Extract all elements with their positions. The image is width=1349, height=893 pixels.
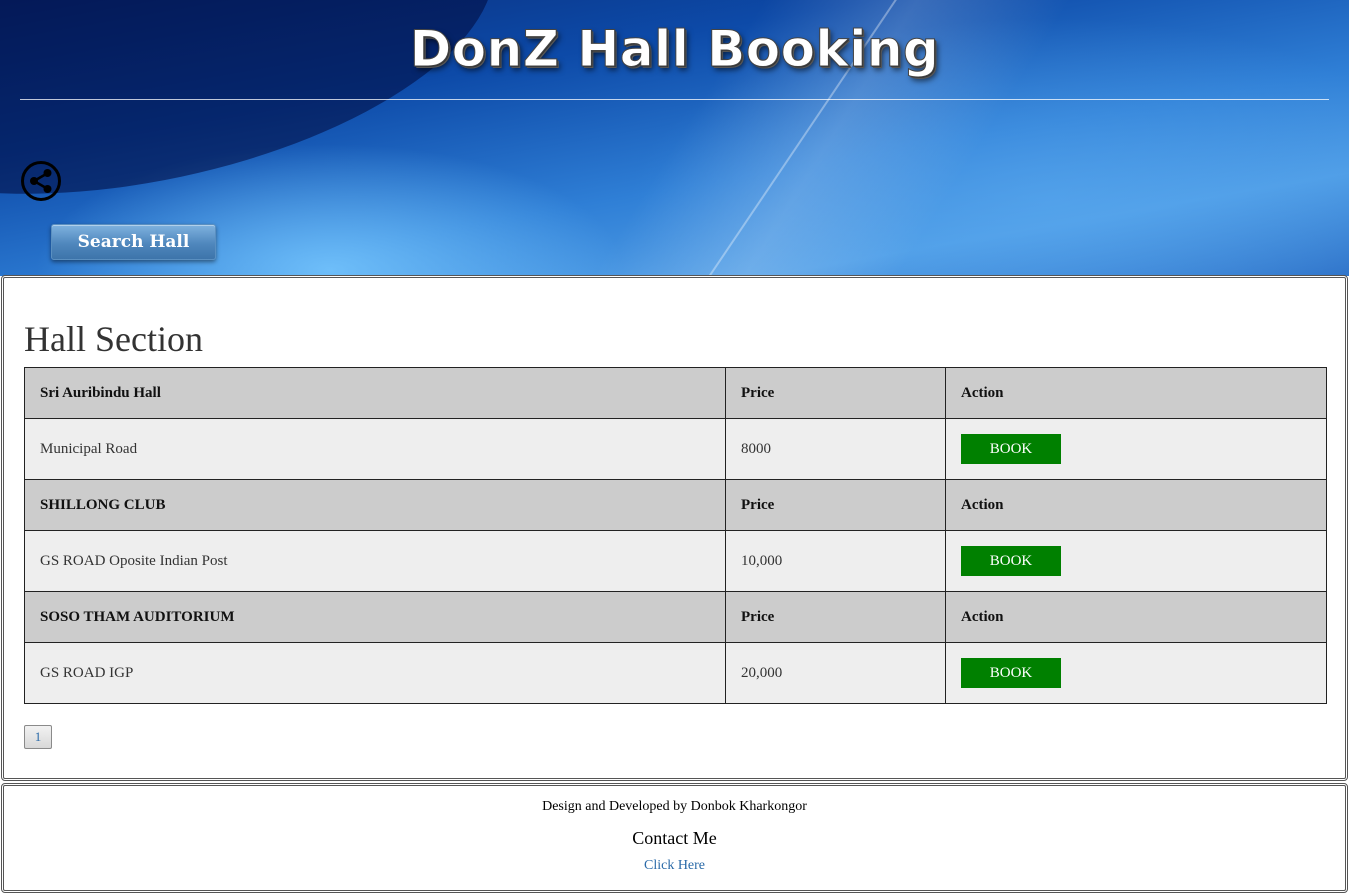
hall-address: Municipal Road [24, 418, 726, 480]
hall-header-row: SOSO THAM AUDITORIUM Price Action [24, 591, 1327, 643]
hall-name: SHILLONG CLUB [24, 479, 726, 531]
search-hall-button[interactable]: Search Hall [51, 224, 216, 260]
hall-address: GS ROAD Oposite Indian Post [24, 530, 726, 592]
hall-address: GS ROAD IGP [24, 642, 726, 704]
hall-header-row: SHILLONG CLUB Price Action [24, 479, 1327, 531]
hall-price: 20,000 [725, 642, 946, 704]
action-column-header: Action [945, 479, 1327, 531]
hall-price: 8000 [725, 418, 946, 480]
action-column-header: Action [945, 591, 1327, 643]
book-button[interactable]: BOOK [961, 658, 1061, 688]
site-footer: Design and Developed by Donbok Kharkongo… [1, 783, 1348, 893]
price-column-header: Price [725, 479, 946, 531]
hall-section-panel: Hall Section Sri Auribindu Hall Price Ac… [1, 275, 1348, 781]
site-title: DonZ Hall Booking [409, 20, 940, 79]
action-column-header: Action [945, 367, 1327, 419]
hall-price: 10,000 [725, 530, 946, 592]
pagination-page-button[interactable]: 1 [24, 725, 52, 749]
hall-action-cell: BOOK [945, 642, 1327, 704]
title-divider [20, 99, 1329, 100]
contact-link[interactable]: Click Here [4, 858, 1345, 874]
hall-detail-row: GS ROAD Oposite Indian Post 10,000 BOOK [24, 530, 1327, 592]
hall-detail-row: Municipal Road 8000 BOOK [24, 418, 1327, 480]
footer-credit: Design and Developed by Donbok Kharkongo… [542, 799, 807, 814]
hall-name: Sri Auribindu Hall [24, 367, 726, 419]
hall-table: Sri Auribindu Hall Price Action Municipa… [24, 367, 1327, 704]
hall-action-cell: BOOK [945, 530, 1327, 592]
site-header: DonZ Hall Booking Search Hall [0, 0, 1349, 276]
hall-header-row: Sri Auribindu Hall Price Action [24, 367, 1327, 419]
section-title: Hall Section [24, 319, 203, 359]
hall-action-cell: BOOK [945, 418, 1327, 480]
contact-heading: Contact Me [632, 828, 717, 848]
hall-detail-row: GS ROAD IGP 20,000 BOOK [24, 642, 1327, 704]
book-button[interactable]: BOOK [961, 546, 1061, 576]
share-icon[interactable] [20, 160, 62, 202]
book-button[interactable]: BOOK [961, 434, 1061, 464]
hall-name: SOSO THAM AUDITORIUM [24, 591, 726, 643]
price-column-header: Price [725, 591, 946, 643]
price-column-header: Price [725, 367, 946, 419]
